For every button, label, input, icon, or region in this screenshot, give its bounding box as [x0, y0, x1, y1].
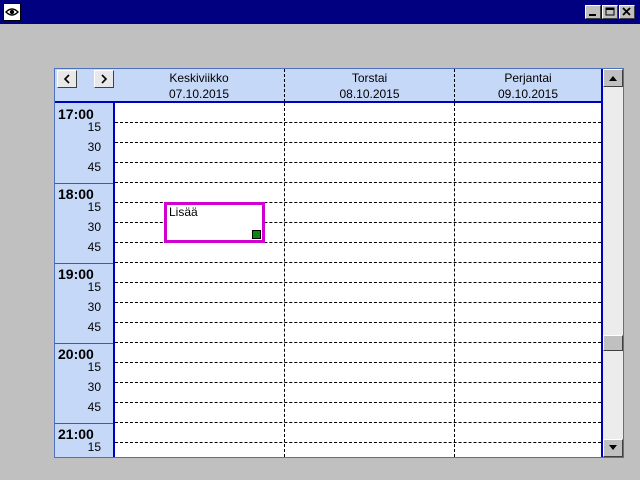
close-button[interactable]: [619, 5, 635, 19]
quarter-label: 45: [87, 160, 101, 174]
slot-line: [115, 322, 601, 323]
day-date: 07.10.2015: [168, 87, 230, 101]
quarter-label: 45: [87, 320, 101, 334]
slot-line: [115, 122, 601, 123]
hour-divider: [55, 343, 113, 344]
maximize-icon: [605, 7, 615, 16]
slot-line: [115, 262, 601, 263]
column-divider: [454, 103, 455, 457]
scroll-down-button[interactable]: [603, 439, 623, 457]
quarter-label: 30: [87, 140, 101, 154]
quarter-label: 15: [87, 360, 101, 374]
slot-line: [115, 382, 601, 383]
arrow-up-icon: [609, 76, 617, 81]
hour-divider: [55, 183, 113, 184]
day-date: 09.10.2015: [497, 87, 559, 101]
day-header-2[interactable]: Torstai 08.10.2015: [285, 69, 454, 102]
quarter-label: 15: [87, 440, 101, 454]
quarter-label: 30: [87, 380, 101, 394]
slot-line: [115, 142, 601, 143]
day-name: Perjantai: [504, 71, 552, 85]
chevron-right-icon: [101, 74, 108, 84]
day-header-3[interactable]: Perjantai 09.10.2015: [455, 69, 601, 102]
quarter-label: 45: [87, 240, 101, 254]
next-button[interactable]: [94, 70, 114, 88]
quarter-label: 30: [87, 300, 101, 314]
slot-line: [115, 442, 601, 443]
time-gutter: 17:00 15 30 45 18:00 15 30 45 19:00 15 3…: [55, 103, 113, 457]
vertical-scrollbar[interactable]: [603, 69, 623, 457]
event-block[interactable]: Lisää: [164, 202, 265, 243]
day-date: 08.10.2015: [339, 87, 400, 101]
day-header-1[interactable]: Keskiviikko 07.10.2015: [114, 69, 284, 102]
title-bar: [0, 0, 640, 24]
scroll-thumb[interactable]: [603, 335, 623, 351]
slot-line: [115, 182, 601, 183]
eye-icon[interactable]: [3, 3, 21, 21]
scroll-up-button[interactable]: [603, 69, 623, 87]
quarter-label: 30: [87, 220, 101, 234]
slot-line: [115, 362, 601, 363]
close-icon: [622, 7, 631, 16]
column-divider: [284, 103, 285, 457]
quarter-label: 15: [87, 280, 101, 294]
day-name: Keskiviikko: [169, 71, 229, 85]
hour-divider: [55, 263, 113, 264]
time-grid[interactable]: [115, 103, 601, 457]
hour-divider: [55, 423, 113, 424]
arrow-down-icon: [609, 445, 617, 450]
minimize-icon: [589, 14, 596, 16]
slot-line: [115, 302, 601, 303]
quarter-label: 45: [87, 400, 101, 414]
chevron-left-icon: [63, 74, 70, 84]
slot-line: [115, 162, 601, 163]
maximize-button[interactable]: [602, 5, 618, 19]
day-name: Torstai: [351, 71, 388, 85]
quarter-label: 15: [87, 120, 101, 134]
quarter-label: 15: [87, 200, 101, 214]
slot-line: [115, 282, 601, 283]
day-header-row: Keskiviikko 07.10.2015 Torstai 08.10.201…: [114, 69, 601, 102]
slot-line: [115, 422, 601, 423]
slot-line: [115, 402, 601, 403]
event-label: Lisää: [169, 205, 198, 219]
resize-handle-icon[interactable]: [252, 230, 261, 239]
minimize-button[interactable]: [585, 5, 601, 19]
slot-line: [115, 342, 601, 343]
previous-button[interactable]: [57, 70, 77, 88]
